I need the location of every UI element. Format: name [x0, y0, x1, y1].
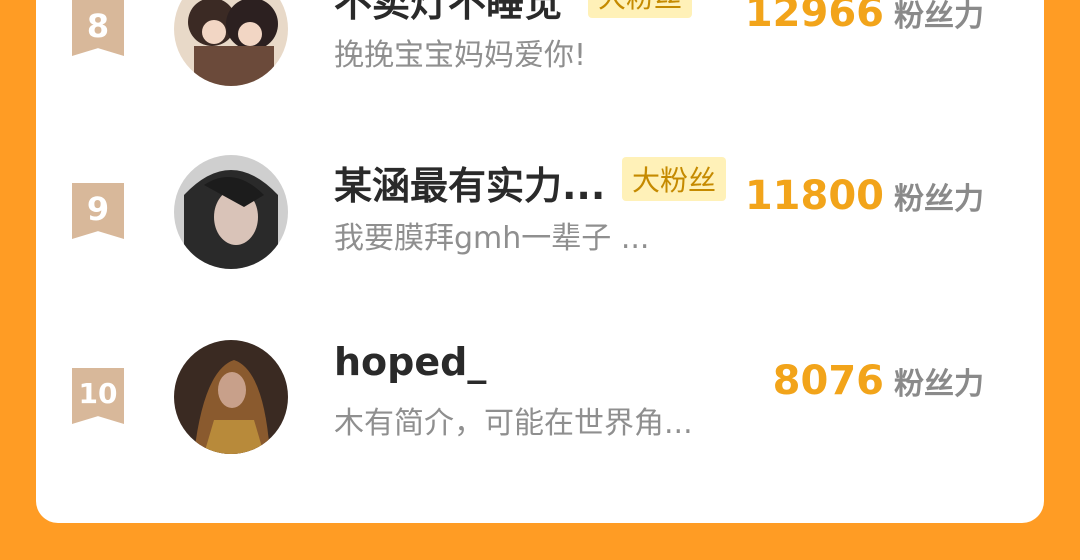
rank-ribbon: 9 [72, 183, 124, 239]
rank-ribbon: 10 [72, 368, 124, 424]
avatar-image [174, 155, 288, 269]
score-unit: 粉丝力 [894, 182, 984, 217]
fan-badge: 大粉丝 [588, 0, 693, 18]
score-unit: 粉丝力 [894, 0, 984, 34]
avatar-image [174, 340, 288, 454]
fan-power-score: 8076 粉丝力 [773, 358, 984, 404]
score-value: 12966 [744, 0, 884, 36]
list-item[interactable]: 9 某涵最有实力... 大粉丝 我要膜拜gmh一辈子 ... 11800 粉丝力 [36, 155, 1044, 303]
user-name[interactable]: hoped_ [334, 340, 486, 384]
avatar[interactable] [174, 155, 288, 269]
user-bio: 木有简介，可能在世界角... [334, 406, 693, 441]
user-name[interactable]: 不卖灯不睡觉 [334, 0, 562, 27]
user-name[interactable]: 某涵最有实力... [334, 155, 605, 210]
list-item[interactable]: 10 hoped_ 木有简介，可能在世界角... 8076 粉丝力 [36, 340, 1044, 488]
avatar[interactable] [174, 0, 288, 86]
user-bio: 挽挽宝宝妈妈爱你! [334, 38, 587, 73]
avatar[interactable] [174, 340, 288, 454]
list-item[interactable]: 8 不卖灯不睡觉 大粉丝 挽挽宝宝妈妈爱你! 12966 粉丝力 [36, 0, 1044, 120]
avatar-image [174, 0, 288, 86]
fan-power-score: 12966 粉丝力 [745, 0, 984, 36]
fan-power-score: 11800 粉丝力 [745, 173, 984, 219]
ranking-card: 8 不卖灯不睡觉 大粉丝 挽挽宝宝妈妈爱你! 12966 粉丝力 9 [36, 0, 1044, 523]
score-value: 11800 [744, 173, 884, 219]
user-bio: 我要膜拜gmh一辈子 ... [334, 221, 650, 256]
score-unit: 粉丝力 [894, 367, 984, 402]
rank-ribbon: 8 [72, 0, 124, 56]
score-value: 8076 [772, 358, 884, 404]
fan-badge: 大粉丝 [622, 157, 727, 201]
